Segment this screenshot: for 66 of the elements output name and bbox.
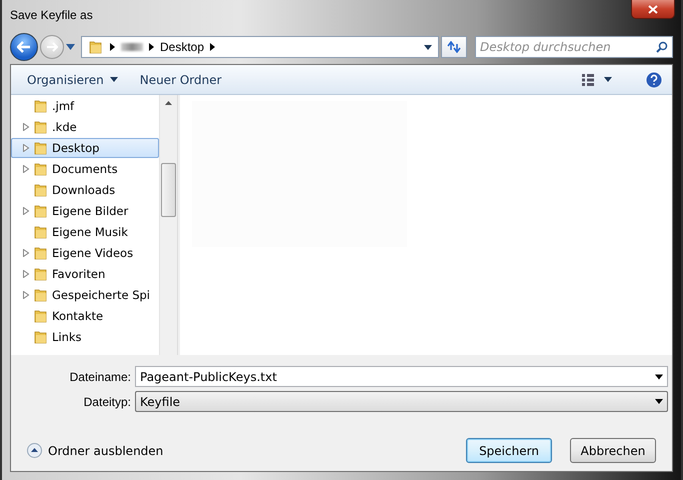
filename-field[interactable]: Pageant-PublicKeys.txt [135, 366, 668, 387]
view-options-icon[interactable] [582, 74, 594, 86]
folder-tree-item[interactable]: Gespeicherte Spi [11, 285, 159, 305]
folder-tree-item[interactable]: Favoriten [11, 264, 159, 284]
expand-arrow-icon[interactable] [22, 249, 30, 257]
folder-icon [33, 224, 49, 240]
chevron-right-icon [149, 43, 154, 51]
folder-icon [33, 98, 49, 114]
hide-folders-button[interactable]: Ordner ausblenden [19, 443, 164, 458]
folder-icon [33, 161, 49, 177]
folder-icon [33, 329, 49, 345]
folder-icon [33, 140, 49, 156]
folder-icon [33, 266, 49, 282]
folder-tree-item[interactable]: Eigene Musik [11, 222, 159, 242]
expand-arrow-icon[interactable] [22, 291, 30, 299]
folder-tree-item[interactable]: Links [11, 327, 159, 347]
dropdown-arrow-icon[interactable] [655, 374, 663, 379]
refresh-icon [447, 41, 461, 53]
close-icon [648, 4, 658, 14]
filename-label: Dateiname: [68, 370, 131, 384]
expand-arrow-icon[interactable] [22, 165, 30, 173]
folder-icon [33, 245, 49, 261]
save-button[interactable]: Speichern [466, 438, 552, 463]
search-icon [656, 41, 668, 53]
folder-tree-item[interactable]: Desktop [11, 138, 159, 158]
new-folder-button[interactable]: Neuer Ordner [134, 70, 228, 88]
breadcrumb-segment[interactable]: Desktop [160, 40, 204, 54]
scrollbar-thumb[interactable] [161, 163, 176, 217]
expand-arrow-icon[interactable] [22, 270, 30, 278]
folder-tree-item[interactable]: Eigene Bilder [11, 201, 159, 221]
cancel-button[interactable]: Abbrechen [570, 438, 656, 463]
chevron-right-icon [110, 43, 115, 51]
folder-tree-item[interactable]: Kontakte [11, 306, 159, 326]
folder-icon [33, 203, 49, 219]
folder-tree-item[interactable]: .kde [11, 117, 159, 137]
organize-menu[interactable]: Organisieren [21, 70, 124, 88]
folder-tree-item[interactable]: .jmf [11, 96, 159, 116]
arrow-left-icon [17, 41, 31, 53]
folder-icon [33, 119, 49, 135]
chevron-right-icon [210, 43, 216, 51]
search-field[interactable]: Desktop durchsuchen [475, 36, 673, 58]
folder-icon [33, 287, 49, 303]
filetype-label: Dateityp: [82, 394, 131, 408]
dropdown-arrow-icon[interactable] [604, 77, 612, 82]
folder-icon [33, 182, 49, 198]
refresh-button[interactable] [441, 36, 467, 58]
dropdown-arrow-icon [655, 399, 663, 404]
folder-tree-item[interactable]: Eigene Videos [11, 243, 159, 263]
help-icon[interactable] [646, 72, 662, 88]
dropdown-arrow-icon [110, 77, 118, 82]
window-title: Save Keyfile as [10, 8, 93, 22]
address-bar[interactable]: Desktop [81, 36, 439, 58]
dropdown-arrow-icon[interactable] [424, 44, 432, 50]
folder-tree-item[interactable]: Documents [11, 159, 159, 179]
folder-icon [88, 39, 104, 55]
scroll-up-arrow-icon[interactable] [165, 101, 172, 105]
history-dropdown-icon[interactable] [66, 44, 75, 50]
folder-icon [33, 308, 49, 324]
folder-tree-item[interactable]: Downloads [11, 180, 159, 200]
arrow-right-icon [46, 42, 58, 52]
expand-arrow-icon[interactable] [22, 144, 30, 152]
expand-arrow-icon[interactable] [22, 207, 30, 215]
close-button[interactable] [631, 0, 675, 19]
back-button[interactable] [10, 33, 38, 61]
expand-arrow-icon[interactable] [22, 123, 30, 131]
filetype-dropdown[interactable]: Keyfile [135, 391, 668, 412]
